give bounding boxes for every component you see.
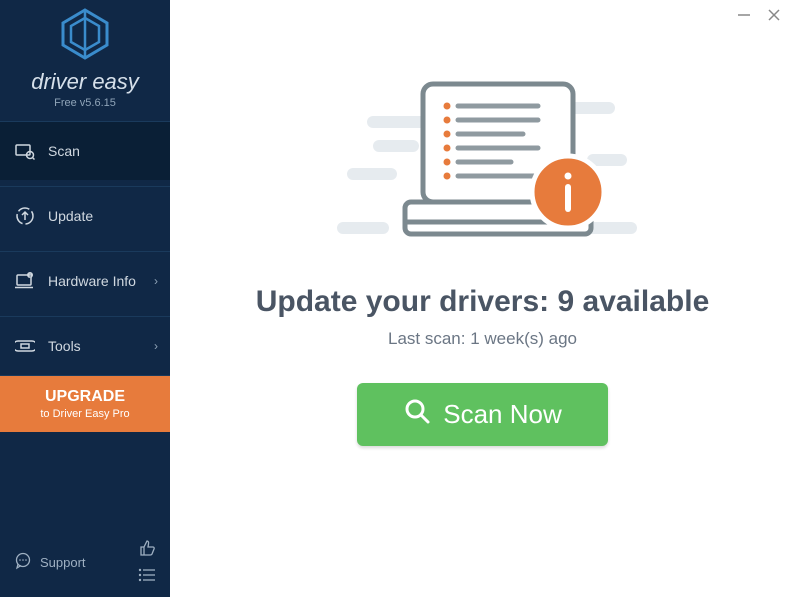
app-logo-icon [0,8,170,65]
chat-icon [14,552,32,573]
main-content: Update your drivers: 9 available Last sc… [170,0,795,597]
sidebar: driver easy Free v5.6.15 Scan Update i [0,0,170,597]
footer-icons [138,539,156,585]
close-button[interactable] [767,8,781,22]
nav-item-update[interactable]: Update [0,186,170,245]
headline-suffix: available [574,285,709,318]
thumbs-up-icon[interactable] [138,539,156,560]
nav-item-hardware-info[interactable]: i Hardware Info › [0,251,170,310]
support-button[interactable]: Support [14,552,86,573]
logo-area: driver easy Free v5.6.15 [0,0,170,121]
sidebar-footer: Support [0,527,170,597]
laptop-illustration [323,62,643,267]
nav-item-scan[interactable]: Scan [0,121,170,180]
hardware-icon: i [14,270,36,292]
nav-label: Tools [48,338,81,354]
brand-name: driver easy [0,69,170,95]
available-count: 9 [557,285,574,318]
upgrade-title: UPGRADE [8,388,162,406]
last-scan-prefix: Last scan: [388,329,470,348]
nav-menu: Scan Update i Hardware Info › [0,121,170,376]
scan-icon [14,140,36,162]
chevron-right-icon: › [154,339,158,353]
headline-prefix: Update your drivers: [256,285,558,318]
support-label: Support [40,555,86,570]
tools-icon [14,335,36,357]
nav-label: Update [48,208,93,224]
chevron-right-icon: › [154,274,158,288]
scan-now-button[interactable]: Scan Now [357,383,608,446]
titlebar-controls [737,0,795,30]
headline: Update your drivers: 9 available [256,285,710,319]
last-scan-text: Last scan: 1 week(s) ago [388,329,577,349]
nav-label: Hardware Info [48,273,136,289]
scan-button-label: Scan Now [443,399,562,430]
app-version: Free v5.6.15 [0,97,170,109]
upgrade-subtitle: to Driver Easy Pro [8,408,162,420]
svg-text:i: i [29,274,30,280]
list-menu-icon[interactable] [138,568,156,585]
nav-label: Scan [48,143,80,159]
last-scan-value: 1 week(s) ago [470,329,577,348]
upgrade-button[interactable]: UPGRADE to Driver Easy Pro [0,376,170,432]
nav-item-tools[interactable]: Tools › [0,316,170,376]
minimize-button[interactable] [737,8,751,22]
search-icon [403,397,431,432]
update-icon [14,205,36,227]
app-window: driver easy Free v5.6.15 Scan Update i [0,0,795,597]
